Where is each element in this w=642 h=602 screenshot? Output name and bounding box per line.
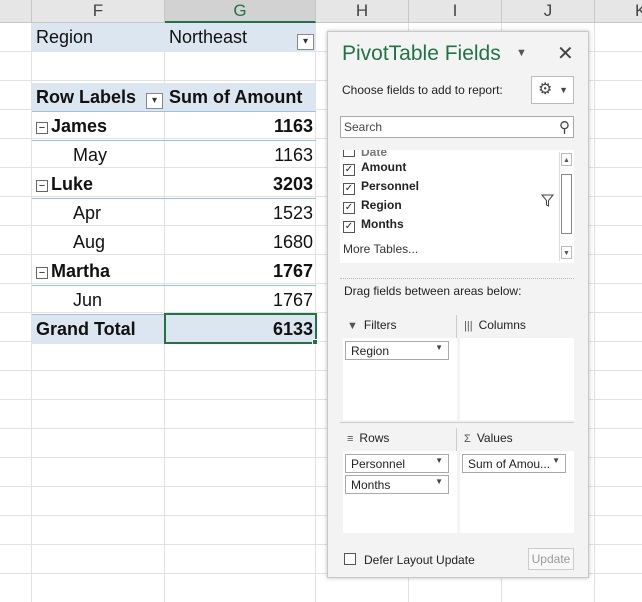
values-drop-zone[interactable]: Sum of Amou... ▼ [460, 451, 574, 533]
grand-total-label[interactable]: Grand Total [32, 315, 165, 344]
column-header-g[interactable]: G [165, 0, 316, 23]
pivot-row-label[interactable]: − Luke [32, 170, 165, 199]
report-filter-value[interactable]: Northeast [165, 23, 316, 52]
values-chip[interactable]: Sum of Amou... ▼ [462, 454, 566, 473]
field-item[interactable]: ✓ Months [343, 216, 404, 234]
pane-title: PivotTable Fields [342, 42, 501, 65]
drag-fields-text: Drag fields between areas below: [344, 284, 522, 298]
columns-area[interactable]: ||| Columns [460, 315, 574, 420]
pivot-row-label[interactable]: − Martha [32, 257, 165, 286]
pivottable-fields-pane: PivotTable Fields ▼ ✕ Choose fields to a… [327, 31, 589, 578]
fill-handle[interactable] [312, 339, 318, 345]
field-item[interactable]: ✓ Region [343, 197, 402, 215]
pivot-row-value[interactable]: 1767 [165, 286, 316, 315]
field-list-scrollbar[interactable]: ▲ ▼ [559, 152, 572, 261]
filters-area-label: Filters [363, 318, 397, 332]
column-header-k[interactable]: K [595, 0, 642, 23]
pivot-row-label[interactable]: May [32, 141, 165, 170]
columns-icon: ||| [464, 320, 473, 332]
filter-funnel-icon [540, 194, 555, 210]
pivot-row-label[interactable]: Apr [32, 199, 165, 228]
search-field[interactable]: Search ⚲ [340, 116, 574, 138]
rows-chip[interactable]: Months ▼ [345, 475, 449, 494]
pivot-row-value[interactable]: 1523 [165, 199, 316, 228]
filters-chip[interactable]: Region ▼ [345, 341, 449, 360]
pivot-row-value[interactable]: 1163 [165, 112, 316, 141]
field-item[interactable]: ✓ Personnel [343, 178, 419, 196]
columns-area-label: Columns [478, 318, 526, 332]
field-item[interactable]: ✓ Amount [343, 159, 406, 177]
pivot-row-value[interactable]: 3203 [165, 170, 316, 199]
pivot-row-label[interactable]: Jun [32, 286, 165, 315]
column-header-j[interactable]: J [502, 0, 595, 23]
chevron-down-icon[interactable]: ▼ [552, 456, 560, 465]
gear-icon: ⚙ [538, 81, 553, 98]
chevron-down-icon[interactable]: ▼ [435, 343, 443, 352]
pivot-row-value[interactable]: 1163 [165, 141, 316, 170]
rows-area[interactable]: ≡ Rows Personnel ▼ Months ▼ [343, 428, 457, 533]
scroll-down-icon[interactable]: ▼ [561, 246, 572, 259]
values-area[interactable]: Σ Values Sum of Amou... ▼ [460, 428, 574, 533]
choose-fields-text: Choose fields to add to report: [342, 83, 503, 97]
column-header-h[interactable]: H [316, 0, 409, 23]
update-button[interactable]: Update [528, 548, 574, 570]
scroll-thumb[interactable] [561, 174, 572, 234]
search-icon[interactable]: ⚲ [559, 118, 570, 136]
checkbox-checked[interactable]: ✓ [343, 164, 355, 176]
chevron-down-icon: ▼ [559, 85, 568, 95]
rows-icon: ≡ [347, 433, 354, 445]
pivot-row-value[interactable]: 1680 [165, 228, 316, 257]
pivot-row-value[interactable]: 1767 [165, 257, 316, 286]
rows-area-label: Rows [359, 431, 390, 445]
pivot-row-label[interactable]: Aug [32, 228, 165, 257]
checkbox[interactable] [343, 150, 355, 157]
areas-divider [340, 422, 574, 423]
checkbox[interactable] [344, 553, 356, 565]
sigma-icon: Σ [464, 433, 471, 445]
collapse-icon[interactable]: − [36, 267, 48, 279]
field-list: Date ✓ Amount ✓ Personnel ✓ Region ✓ Months … [340, 150, 574, 263]
checkbox-checked[interactable]: ✓ [343, 183, 355, 195]
row-labels-filter-dropdown-icon[interactable]: ▾ [146, 93, 163, 109]
chevron-down-icon[interactable]: ▼ [435, 456, 443, 465]
close-icon[interactable]: ✕ [557, 41, 574, 66]
filters-area[interactable]: ▼ Filters Region ▼ [343, 315, 457, 420]
column-header-i[interactable]: I [409, 0, 502, 23]
checkbox-checked[interactable]: ✓ [343, 202, 355, 214]
defer-label: Defer Layout Update [364, 553, 475, 567]
pane-options-dropdown-icon[interactable]: ▼ [516, 47, 527, 59]
defer-layout-update[interactable]: Defer Layout Update [344, 553, 475, 567]
tools-gear-button[interactable]: ⚙ ▼ [531, 76, 574, 104]
report-filter-label[interactable]: Region [32, 23, 165, 52]
more-tables-link[interactable]: More Tables... [343, 242, 418, 256]
chevron-down-icon[interactable]: ▼ [435, 477, 443, 486]
column-header-f[interactable]: F [32, 0, 165, 23]
scroll-up-icon[interactable]: ▲ [561, 153, 572, 166]
pane-divider [340, 278, 574, 279]
values-area-label: Values [476, 431, 513, 445]
collapse-icon[interactable]: − [36, 180, 48, 192]
rows-chip[interactable]: Personnel ▼ [345, 454, 449, 473]
rows-drop-zone[interactable]: Personnel ▼ Months ▼ [343, 451, 457, 533]
pivot-header-sum-of-amount[interactable]: Sum of Amount [165, 83, 316, 112]
columns-drop-zone[interactable] [460, 338, 574, 420]
collapse-icon[interactable]: − [36, 122, 48, 134]
search-placeholder: Search [344, 120, 383, 134]
active-cell-selection [164, 313, 317, 344]
pivot-row-label[interactable]: − James [32, 112, 165, 141]
report-filter-dropdown-icon[interactable]: ▾ [297, 34, 314, 50]
filter-funnel-icon: ▼ [347, 320, 358, 332]
filters-drop-zone[interactable]: Region ▼ [343, 338, 457, 420]
checkbox-checked[interactable]: ✓ [343, 221, 355, 233]
column-header-row-gutter [0, 0, 32, 23]
